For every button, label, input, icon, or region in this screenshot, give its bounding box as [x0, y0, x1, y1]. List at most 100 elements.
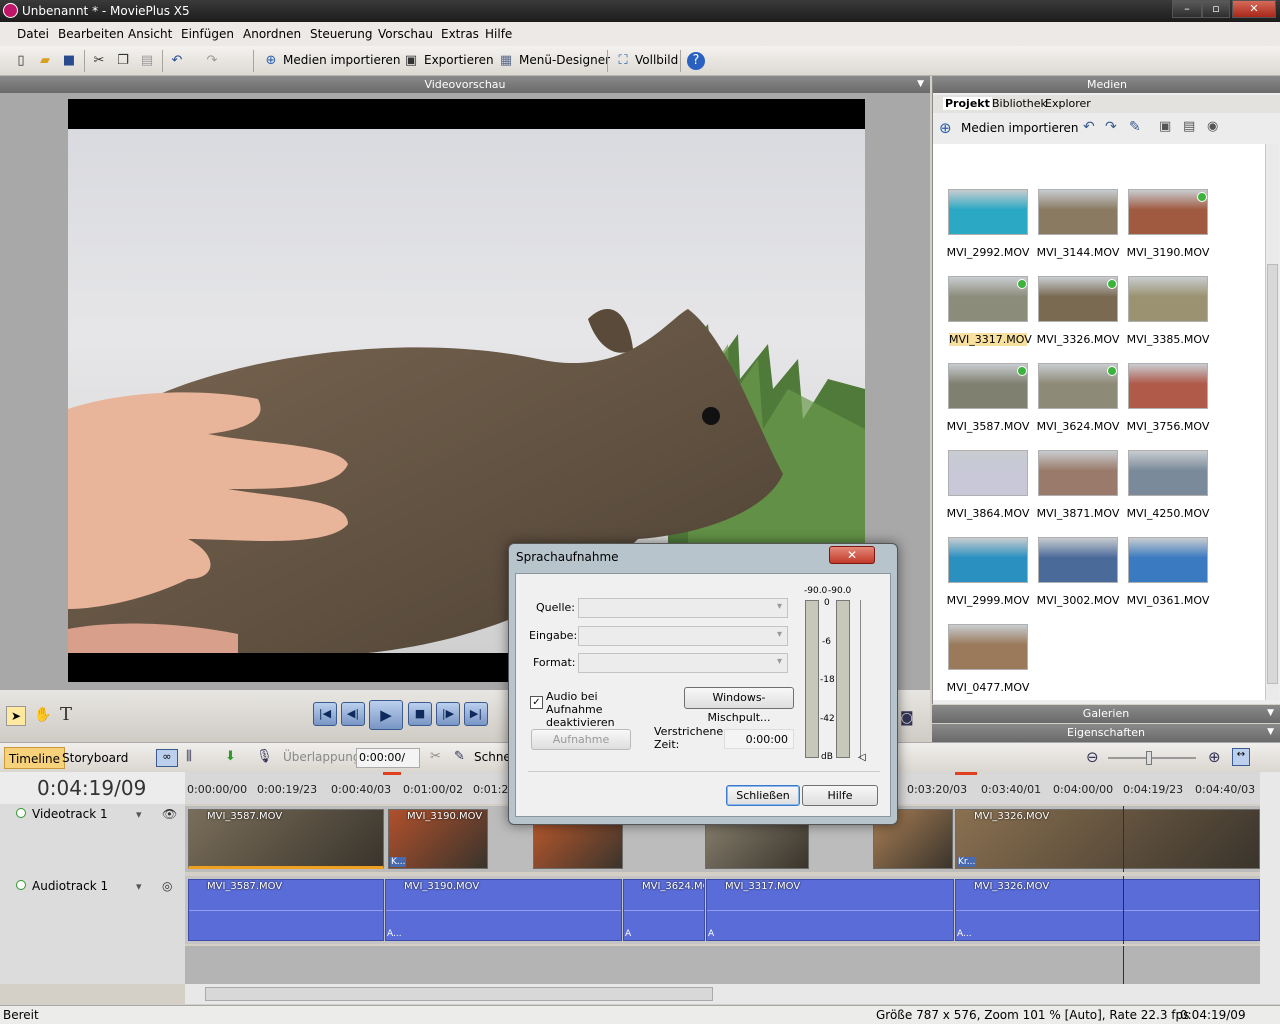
stop-button[interactable]: ■ — [408, 702, 432, 726]
paste-icon[interactable]: ▤ — [138, 52, 156, 70]
go-to-end-button[interactable]: ▶| — [464, 702, 488, 726]
menu-anordnen[interactable]: Anordnen — [243, 27, 301, 41]
text-tool-icon[interactable]: T — [60, 704, 72, 725]
tab-bibliothek[interactable]: Bibliothek — [992, 97, 1047, 110]
redo-icon[interactable]: ↷ — [203, 52, 221, 70]
view-video-icon[interactable]: ▣ — [1159, 119, 1171, 134]
import-media-button[interactable]: Medien importieren — [283, 53, 401, 67]
tab-explorer[interactable]: Explorer — [1045, 97, 1091, 110]
help-dialog-button[interactable]: Hilfe — [802, 785, 878, 806]
audio-track-menu-icon[interactable]: ▾ — [136, 880, 142, 893]
format-select[interactable] — [578, 653, 788, 673]
hand-tool-icon[interactable]: ✋ — [34, 707, 51, 723]
media-thumbnail[interactable] — [1038, 450, 1118, 496]
link-icon[interactable]: ∞ — [156, 749, 178, 767]
media-thumbnail[interactable] — [948, 537, 1028, 583]
import-media-icon[interactable]: ⊕ — [262, 52, 280, 70]
empty-track-area[interactable] — [185, 946, 1260, 984]
media-thumbnail[interactable] — [1128, 450, 1208, 496]
speaker-icon[interactable]: ◎ — [162, 879, 172, 893]
media-thumbnail[interactable] — [948, 276, 1028, 322]
copy-icon[interactable]: ❐ — [114, 52, 132, 70]
media-import-icon[interactable]: ⊕ — [939, 119, 952, 137]
zoom-slider-thumb[interactable] — [1146, 751, 1152, 765]
go-to-start-button[interactable]: |◀ — [313, 702, 337, 726]
zoom-slider[interactable] — [1108, 757, 1196, 759]
media-scrollbar-thumb[interactable] — [1267, 264, 1278, 684]
menu-designer-button[interactable]: Menü-Designer — [519, 53, 610, 67]
menu-ansicht[interactable]: Ansicht — [128, 27, 172, 41]
view-audio-icon[interactable]: ◉ — [1207, 119, 1218, 134]
level-slider-track[interactable] — [860, 600, 861, 758]
audio-clip[interactable]: MVI_3190.MOV A... — [385, 879, 622, 941]
minimize-button[interactable]: – — [1172, 0, 1202, 18]
audio-clip[interactable]: MVI_3326.MOV A... — [955, 879, 1260, 941]
fullscreen-icon[interactable]: ⛶ — [614, 52, 632, 70]
save-icon[interactable]: ■ — [60, 52, 78, 70]
record-button[interactable]: Aufnahme — [531, 729, 631, 750]
play-button[interactable]: ▶ — [369, 700, 403, 730]
audio-track[interactable]: MVI_3587.MOV MVI_3190.MOV A... MVI_3624.M… — [185, 876, 1260, 944]
previous-frame-button[interactable]: ◀| — [341, 702, 365, 726]
close-window-button[interactable]: ✕ — [1232, 0, 1276, 18]
next-frame-button[interactable]: |▶ — [436, 702, 460, 726]
edit-pencil-icon[interactable]: ✎ — [1129, 119, 1141, 135]
pointer-tool-icon[interactable]: ➤ — [6, 706, 26, 726]
media-thumbnail[interactable] — [1038, 363, 1118, 409]
media-thumbnail[interactable] — [948, 450, 1028, 496]
windows-mixer-button[interactable]: Windows-Mischpult... — [684, 687, 794, 724]
media-import-button[interactable]: Medien importieren — [961, 121, 1079, 135]
cut-icon[interactable]: ✂ — [90, 52, 108, 70]
zoom-out-icon[interactable]: ⊖ — [1086, 748, 1099, 766]
fit-timeline-icon[interactable]: ↔ — [1232, 748, 1250, 766]
dialog-close-icon[interactable]: ✕ — [829, 546, 875, 564]
rotate-left-icon[interactable]: ↶ — [1083, 119, 1095, 135]
video-clip[interactable]: MVI_3326.MOV Kr... — [955, 809, 1260, 869]
media-thumbnail[interactable] — [1038, 537, 1118, 583]
help-icon[interactable]: ? — [687, 52, 705, 70]
audio-track-enable-icon[interactable] — [16, 880, 26, 890]
input-select[interactable] — [578, 626, 788, 646]
menu-bearbeiten[interactable]: Bearbeiten — [58, 27, 124, 41]
menu-hilfe[interactable]: Hilfe — [485, 27, 512, 41]
menu-steuerung[interactable]: Steuerung — [310, 27, 372, 41]
video-clip[interactable]: MVI_3587.MOV — [188, 809, 384, 869]
fullscreen-button[interactable]: Vollbild — [635, 53, 678, 67]
source-select[interactable] — [578, 598, 788, 618]
menu-einfuegen[interactable]: Einfügen — [181, 27, 234, 41]
snapshot-camera-icon[interactable]: ◙ — [900, 710, 914, 726]
menu-vorschau[interactable]: Vorschau — [378, 27, 433, 41]
level-slider-thumb[interactable]: ◁ — [858, 752, 866, 763]
media-thumbnail[interactable] — [948, 189, 1028, 235]
video-track-menu-icon[interactable]: ▾ — [136, 808, 142, 821]
properties-header[interactable]: Eigenschaften ▼ — [932, 724, 1280, 742]
rotate-right-icon[interactable]: ↷ — [1105, 119, 1117, 135]
zoom-in-icon[interactable]: ⊕ — [1208, 748, 1221, 766]
video-clip[interactable]: MVI_3190.MOV K... — [388, 809, 488, 869]
tab-timeline[interactable]: Timeline — [4, 747, 66, 769]
menu-designer-icon[interactable]: ▦ — [497, 52, 515, 70]
pen-icon[interactable]: ✎ — [454, 749, 465, 764]
menu-extras[interactable]: Extras — [441, 27, 479, 41]
timeline-scrollbar-thumb[interactable] — [205, 987, 713, 1001]
audio-clip[interactable]: MVI_3317.MOV A — [706, 879, 954, 941]
media-thumbnail[interactable] — [948, 363, 1028, 409]
media-scrollbar[interactable] — [1265, 144, 1279, 700]
media-thumbnail[interactable] — [1128, 189, 1208, 235]
timeline-scrollbar[interactable] — [185, 984, 1260, 1004]
media-thumbnail[interactable] — [1038, 276, 1118, 322]
close-dialog-button[interactable]: Schließen — [726, 785, 800, 806]
open-folder-icon[interactable]: ▰ — [36, 52, 54, 70]
media-thumbnail[interactable] — [1038, 189, 1118, 235]
tab-storyboard[interactable]: Storyboard — [58, 747, 132, 769]
microphone-icon[interactable]: 🎙 — [256, 749, 273, 764]
disable-audio-checkbox[interactable]: ✓ — [530, 696, 543, 709]
galleries-header[interactable]: Galerien ▼ — [932, 705, 1280, 723]
audio-clip[interactable]: MVI_3587.MOV — [188, 879, 384, 941]
timeline-vscroll[interactable] — [1260, 772, 1280, 1004]
eye-icon[interactable]: 👁 — [162, 807, 177, 821]
view-image-icon[interactable]: ▤ — [1183, 119, 1195, 134]
media-thumbnail[interactable] — [948, 624, 1028, 670]
markers-icon[interactable]: ⫼ — [186, 749, 192, 764]
scissors-icon[interactable]: ✂ — [430, 749, 441, 764]
